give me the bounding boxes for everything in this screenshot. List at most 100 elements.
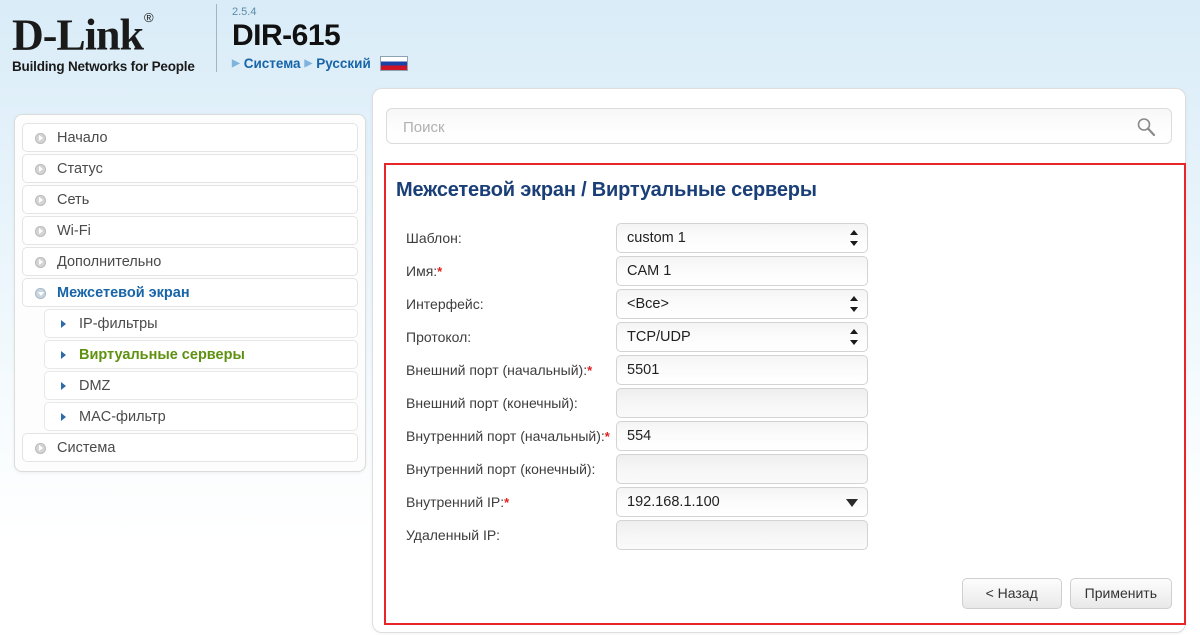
select-value: <Все> <box>627 296 669 312</box>
field-label-text: Внешний порт (начальный): <box>406 362 588 378</box>
search-bar[interactable] <box>386 108 1172 145</box>
required-marker: * <box>437 264 443 279</box>
field-label-внутренний-порт-конечный: Внутренний порт (конечный): <box>406 454 616 478</box>
field-label-text: Внутренний порт (конечный): <box>406 461 596 477</box>
chevron-right-icon <box>35 132 46 144</box>
field-control <box>616 256 868 286</box>
sidebar-item-начало[interactable]: Начало <box>22 123 358 152</box>
field-control: TCP/UDP <box>616 322 868 352</box>
input-имя[interactable] <box>616 256 868 286</box>
sidebar-item-label: Статус <box>57 161 103 177</box>
logo-text: D-Link <box>12 10 144 60</box>
form-row: Внутренний порт (конечный): <box>406 454 1166 486</box>
combobox-value: 192.168.1.100 <box>627 494 720 510</box>
form-row: Удаленный IP: <box>406 520 1166 552</box>
chevron-right-icon <box>35 194 46 206</box>
nav-arrow-icon: ▶ <box>232 57 240 69</box>
chevron-right-icon <box>35 442 46 454</box>
virtual-servers-panel: Межсетевой экран / Виртуальные серверы Ш… <box>384 163 1186 625</box>
page-title: Межсетевой экран / Виртуальные серверы <box>396 179 817 201</box>
field-label-text: Внешний порт (конечный): <box>406 395 578 411</box>
back-button[interactable]: < Назад <box>961 578 1062 609</box>
field-control: 192.168.1.100 <box>616 487 868 517</box>
registered-trademark-icon: ® <box>143 10 154 25</box>
nav-link-language[interactable]: Русский <box>316 56 371 71</box>
field-label-имя: Имя:* <box>406 256 616 280</box>
sidebar-item-label: Сеть <box>57 192 90 208</box>
form-row: Внутренний порт (начальный):* <box>406 421 1166 453</box>
field-label-удаленный-ip: Удаленный IP: <box>406 520 616 544</box>
input-внешний-порт-начальный[interactable] <box>616 355 868 385</box>
field-control: custom 1 <box>616 223 868 253</box>
combobox-внутренний-ip[interactable]: 192.168.1.100 <box>616 487 868 517</box>
select-протокол[interactable]: TCP/UDP <box>616 322 868 352</box>
input-внутренний-порт-конечный[interactable] <box>616 454 868 484</box>
select-spinner-icon[interactable] <box>850 329 859 345</box>
form-buttons: < Назад Применить <box>961 578 1172 609</box>
chevron-right-icon <box>35 163 46 175</box>
apply-button[interactable]: Применить <box>1069 578 1172 609</box>
logo-tagline: Building Networks for People <box>12 58 195 74</box>
select-spinner-icon[interactable] <box>850 230 859 246</box>
sidebar-item-label: Межсетевой экран <box>57 285 190 301</box>
model-name: DIR-615 <box>232 19 341 52</box>
sidebar-item-label: Начало <box>57 130 108 146</box>
sidebar-item-label: Система <box>57 440 116 456</box>
russian-flag-icon[interactable] <box>379 56 408 71</box>
input-внутренний-порт-начальный[interactable] <box>616 421 868 451</box>
nav-link-system[interactable]: Система <box>244 56 301 71</box>
sidebar-item-wi-fi[interactable]: Wi-Fi <box>22 216 358 245</box>
form-row: Шаблон: custom 1 <box>406 223 1166 255</box>
sidebar-item-система[interactable]: Система <box>22 433 358 462</box>
form-row: Внешний порт (конечный): <box>406 388 1166 420</box>
sidebar-item-dmz[interactable]: DMZ <box>44 371 358 400</box>
firmware-version: 2.5.4 <box>232 6 257 18</box>
header-nav: ▶ Система ▶ Русский <box>232 56 408 71</box>
chevron-right-icon <box>35 256 46 268</box>
sidebar-menu: Начало Статус Сеть Wi-Fi Дополнительно Межсет… <box>14 114 366 472</box>
sidebar-item-label: DMZ <box>79 378 111 394</box>
field-label-внешний-порт-начальный: Внешний порт (начальный):* <box>406 355 616 379</box>
model-block: 2.5.4 DIR-615 ▶ Система ▶ Русский <box>232 6 408 71</box>
form-row: Протокол: TCP/UDP <box>406 322 1166 354</box>
chevron-down-icon[interactable] <box>846 499 858 507</box>
sidebar-item-mac-фильтр[interactable]: MAC-фильтр <box>44 402 358 431</box>
field-label-text: Протокол: <box>406 329 472 345</box>
field-label-text: Внутренний порт (начальный): <box>406 428 605 444</box>
sidebar-item-label: Дополнительно <box>57 254 162 270</box>
field-label-шаблон: Шаблон: <box>406 223 616 247</box>
sidebar-item-дополнительно[interactable]: Дополнительно <box>22 247 358 276</box>
field-label-внутренний-ip: Внутренний IP:* <box>406 487 616 511</box>
chevron-right-icon <box>35 225 46 237</box>
nav-arrow-icon: ▶ <box>304 57 313 69</box>
sidebar-item-виртуальные-серверы[interactable]: Виртуальные серверы <box>44 340 358 369</box>
sidebar-item-межсетевой-экран[interactable]: Межсетевой экран <box>22 278 358 307</box>
field-control: <Все> <box>616 289 868 319</box>
sidebar-item-ip-фильтры[interactable]: IP-фильтры <box>44 309 358 338</box>
sidebar-item-сеть[interactable]: Сеть <box>22 185 358 214</box>
select-value: custom 1 <box>627 230 686 246</box>
sidebar-item-label: MAC-фильтр <box>79 409 166 425</box>
select-шаблон[interactable]: custom 1 <box>616 223 868 253</box>
search-icon[interactable] <box>1135 116 1157 138</box>
field-label-text: Удаленный IP: <box>406 527 501 543</box>
chevron-right-icon <box>61 350 66 359</box>
field-control <box>616 421 868 451</box>
form-row: Внешний порт (начальный):* <box>406 355 1166 387</box>
sidebar-item-статус[interactable]: Статус <box>22 154 358 183</box>
select-value: TCP/UDP <box>627 329 691 345</box>
router-admin-page: D-Link® Building Networks for People 2.5… <box>0 0 1200 635</box>
chevron-right-icon <box>61 381 66 390</box>
field-label-text: Шаблон: <box>406 230 462 246</box>
form-row: Внутренний IP:* 192.168.1.100 <box>406 487 1166 519</box>
select-spinner-icon[interactable] <box>850 296 859 312</box>
page-header: D-Link® Building Networks for People 2.5… <box>0 0 1200 80</box>
field-control <box>616 454 868 484</box>
select-интерфейс[interactable]: <Все> <box>616 289 868 319</box>
dlink-logo[interactable]: D-Link® Building Networks for People <box>12 8 212 74</box>
input-удаленный-ip[interactable] <box>616 520 868 550</box>
field-control <box>616 388 868 418</box>
search-input[interactable] <box>401 109 1105 145</box>
field-label-внутренний-порт-начальный: Внутренний порт (начальный):* <box>406 421 616 445</box>
input-внешний-порт-конечный[interactable] <box>616 388 868 418</box>
